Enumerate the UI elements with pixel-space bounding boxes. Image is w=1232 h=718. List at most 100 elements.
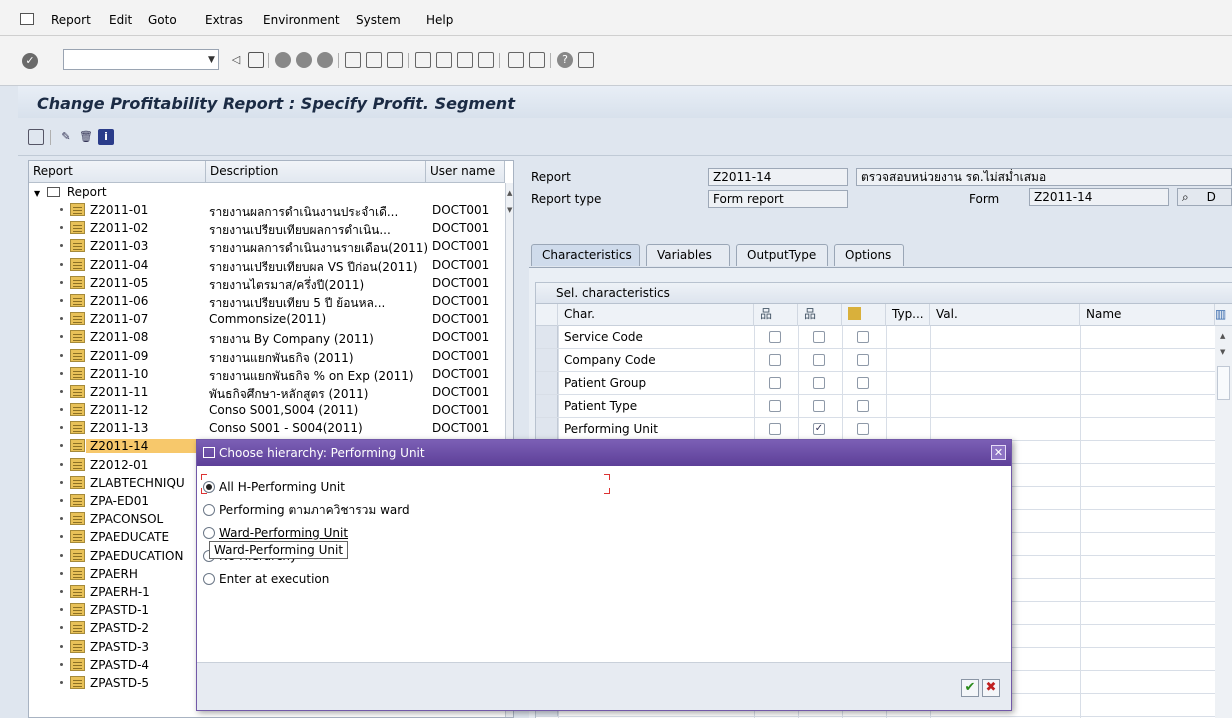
menu-help[interactable]: Help bbox=[426, 13, 453, 27]
row-selector[interactable] bbox=[536, 418, 558, 440]
col-typ[interactable]: Typ... bbox=[886, 304, 930, 326]
expand-icon[interactable]: ▼ bbox=[34, 189, 40, 198]
col-attribute-icon[interactable] bbox=[842, 304, 886, 326]
radio-icon[interactable] bbox=[203, 527, 215, 539]
col-name[interactable]: Name bbox=[1080, 304, 1215, 326]
tree-row[interactable]: Z2011-07 Commonsize(2011) DOCT001 bbox=[29, 310, 505, 328]
command-field[interactable] bbox=[63, 49, 206, 70]
hierarchy-checkbox[interactable] bbox=[769, 354, 781, 366]
save-icon[interactable] bbox=[248, 52, 264, 68]
confirm-button[interactable]: ✔ bbox=[961, 679, 979, 697]
tab-outputtype[interactable]: OutputType bbox=[736, 244, 828, 266]
tree-row[interactable]: Z2011-01 รายงานผลการดำเนินงานประจำเดื... D… bbox=[29, 201, 505, 219]
tab-characteristics[interactable]: Characteristics bbox=[531, 244, 640, 266]
col-hierarchy-node-icon[interactable]: 品 bbox=[798, 304, 842, 326]
grid-row[interactable]: Service Code bbox=[536, 326, 1232, 349]
row-selector[interactable] bbox=[536, 326, 558, 348]
prev-page-icon[interactable] bbox=[436, 52, 452, 68]
attribute-checkbox[interactable] bbox=[857, 377, 869, 389]
scroll-up-icon[interactable]: ▲ bbox=[507, 189, 512, 197]
find-icon[interactable] bbox=[366, 52, 382, 68]
shortcut-icon[interactable] bbox=[529, 52, 545, 68]
grid-scrollbar[interactable]: ▲ ▼ bbox=[1215, 326, 1232, 718]
radio-ward-performing-unit[interactable]: Ward-Performing Unit bbox=[203, 524, 348, 542]
tree-row[interactable]: Z2011-09 รายงานแยกพันธกิจ (2011) DOCT001 bbox=[29, 347, 505, 365]
hierarchy-checkbox[interactable] bbox=[769, 377, 781, 389]
close-icon[interactable]: ✕ bbox=[991, 445, 1006, 460]
hierarchy-checkbox[interactable] bbox=[769, 331, 781, 343]
column-config-icon[interactable]: ▥ bbox=[1215, 304, 1232, 326]
delete-icon[interactable]: 🗑 bbox=[78, 129, 94, 145]
attribute-checkbox[interactable] bbox=[857, 354, 869, 366]
tree-row[interactable]: Z2011-03 รายงานผลการดำเนินงานรายเดือน(201… bbox=[29, 237, 505, 255]
tree-row[interactable]: Z2011-13 Conso S001 - S004(2011) DOCT001 bbox=[29, 419, 505, 437]
scroll-down-icon[interactable]: ▼ bbox=[507, 206, 512, 214]
menu-report[interactable]: Report bbox=[51, 13, 91, 27]
print-icon[interactable] bbox=[345, 52, 361, 68]
tree-row[interactable]: Z2011-08 รายงาน By Company (2011) DOCT001 bbox=[29, 328, 505, 346]
node-checkbox[interactable] bbox=[813, 400, 825, 412]
row-selector-header[interactable] bbox=[536, 304, 558, 326]
hierarchy-icon[interactable] bbox=[28, 129, 44, 145]
edit-pencil-icon[interactable]: ✎ bbox=[58, 129, 74, 145]
grid-row[interactable]: Patient Group bbox=[536, 372, 1232, 395]
back-nav-icon[interactable] bbox=[275, 52, 291, 68]
command-dropdown-icon[interactable]: ▼ bbox=[205, 49, 219, 70]
find-next-icon[interactable] bbox=[387, 52, 403, 68]
info-icon[interactable]: i bbox=[98, 129, 114, 145]
radio-all-h-performing-unit[interactable]: All H-Performing Unit bbox=[203, 478, 345, 496]
hierarchy-checkbox[interactable] bbox=[769, 423, 781, 435]
col-report[interactable]: Report bbox=[29, 161, 206, 182]
hierarchy-checkbox[interactable] bbox=[769, 400, 781, 412]
tab-variables[interactable]: Variables bbox=[646, 244, 730, 266]
node-checkbox[interactable] bbox=[813, 377, 825, 389]
col-val[interactable]: Val. bbox=[930, 304, 1080, 326]
attribute-checkbox[interactable] bbox=[857, 331, 869, 343]
next-page-icon[interactable] bbox=[457, 52, 473, 68]
grid-row[interactable]: Performing Unit ✓ bbox=[536, 418, 1232, 441]
node-checkbox[interactable] bbox=[813, 331, 825, 343]
menu-goto[interactable]: Goto bbox=[148, 13, 177, 27]
radio-icon[interactable] bbox=[203, 573, 215, 585]
form-display-button[interactable]: ⌕ D bbox=[1177, 188, 1232, 206]
cancel-icon[interactable] bbox=[317, 52, 333, 68]
grid-scroll-down-icon[interactable]: ▼ bbox=[1220, 348, 1225, 356]
grid-scroll-thumb[interactable] bbox=[1217, 366, 1230, 400]
cancel-button[interactable]: ✖ bbox=[982, 679, 1000, 697]
tree-row[interactable]: Z2011-04 รายงานเปรียบเทียบผล VS ปีก่อน(20… bbox=[29, 256, 505, 274]
menu-environment[interactable]: Environment bbox=[263, 13, 340, 27]
new-session-icon[interactable] bbox=[508, 52, 524, 68]
radio-enter-at-execution[interactable]: Enter at execution bbox=[203, 570, 329, 588]
attribute-checkbox[interactable] bbox=[857, 423, 869, 435]
node-checkbox[interactable]: ✓ bbox=[813, 423, 825, 435]
last-page-icon[interactable] bbox=[478, 52, 494, 68]
grid-row[interactable]: Patient Type bbox=[536, 395, 1232, 418]
radio-performing-ward[interactable]: Performing ตามภาควิชารวม ward bbox=[203, 501, 410, 519]
attribute-checkbox[interactable] bbox=[857, 400, 869, 412]
col-description[interactable]: Description bbox=[206, 161, 426, 182]
menu-system[interactable]: System bbox=[356, 13, 401, 27]
row-selector[interactable] bbox=[536, 349, 558, 371]
help-icon[interactable]: ? bbox=[557, 52, 573, 68]
tree-row[interactable]: Z2011-02 รายงานเปรียบเทียบผลการดำเนิน... D… bbox=[29, 219, 505, 237]
col-hierarchy-icon[interactable]: 品 bbox=[754, 304, 798, 326]
layout-icon[interactable] bbox=[578, 52, 594, 68]
tree-row[interactable]: Z2011-05 รายงานไตรมาส/ครึ่งปี(2011) DOCT00… bbox=[29, 274, 505, 292]
tree-row[interactable]: Z2011-11 พันธกิจศึกษา-หลักสูตร (2011) DOCT… bbox=[29, 383, 505, 401]
ok-icon[interactable]: ✓ bbox=[22, 53, 38, 69]
row-selector[interactable] bbox=[536, 372, 558, 394]
radio-selected-icon[interactable] bbox=[203, 481, 215, 493]
tree-row[interactable]: Z2011-12 Conso S001,S004 (2011) DOCT001 bbox=[29, 401, 505, 419]
menu-edit[interactable]: Edit bbox=[109, 13, 132, 27]
col-user[interactable]: User name bbox=[426, 161, 505, 182]
grid-scroll-up-icon[interactable]: ▲ bbox=[1220, 332, 1225, 340]
col-char[interactable]: Char. bbox=[558, 304, 754, 326]
row-selector[interactable] bbox=[536, 395, 558, 417]
menu-extras[interactable]: Extras bbox=[205, 13, 243, 27]
node-checkbox[interactable] bbox=[813, 354, 825, 366]
back-icon[interactable]: ◁ bbox=[228, 52, 244, 68]
window-menu-icon[interactable] bbox=[20, 13, 34, 25]
radio-icon[interactable] bbox=[203, 504, 215, 516]
first-page-icon[interactable] bbox=[415, 52, 431, 68]
tab-options[interactable]: Options bbox=[834, 244, 904, 266]
